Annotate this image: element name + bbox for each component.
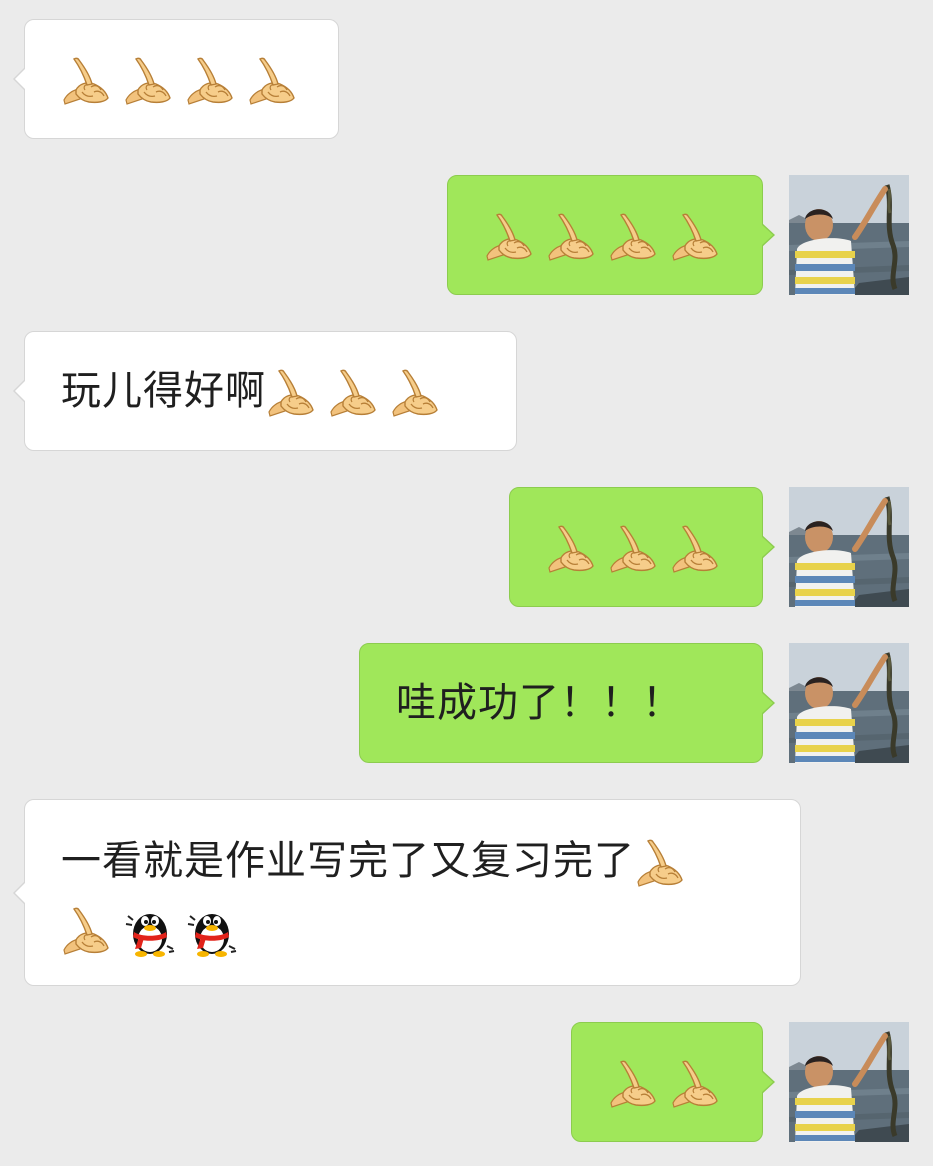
- message-content: 玩儿得好啊: [61, 360, 486, 422]
- message-text: 一看就是作业写完了又复习完了: [61, 838, 635, 884]
- message-content: 一看就是作业写完了又复习完了: [61, 830, 770, 962]
- message-bubble-outgoing[interactable]: [571, 1022, 775, 1142]
- ok-hand-emoji: [608, 522, 662, 576]
- ok-hand-emoji: [635, 836, 689, 890]
- ok-hand-emoji: [670, 210, 724, 264]
- avatar[interactable]: [789, 175, 909, 295]
- avatar-photo-boy-with-seaweed: [789, 175, 909, 295]
- message-bubble-incoming[interactable]: 一看就是作业写完了又复习完了: [13, 799, 801, 986]
- ok-hand-emoji: [266, 366, 320, 420]
- ok-hand-emoji: [670, 522, 724, 576]
- message-line-2: [61, 898, 770, 962]
- message-bubble-outgoing[interactable]: [509, 487, 775, 607]
- ok-hand-emoji: [247, 54, 301, 108]
- message-line-1: 一看就是作业写完了又复习完了: [61, 830, 770, 894]
- qq-penguin-emoji: [185, 904, 239, 958]
- message-text: 哇成功了！！！: [396, 680, 683, 726]
- ok-hand-emoji: [123, 54, 177, 108]
- avatar[interactable]: [789, 487, 909, 607]
- message-content: 哇成功了！！！: [396, 672, 732, 734]
- qq-penguin-emoji: [123, 904, 177, 958]
- avatar-photo-boy-with-seaweed: [789, 643, 909, 763]
- avatar[interactable]: [789, 643, 909, 763]
- ok-hand-emoji: [608, 210, 662, 264]
- ok-hand-emoji: [328, 366, 382, 420]
- avatar-photo-boy-with-seaweed: [789, 487, 909, 607]
- message-bubble-outgoing[interactable]: [447, 175, 775, 295]
- message-content: [61, 48, 308, 110]
- ok-hand-emoji: [61, 904, 115, 958]
- message-text: 玩儿得好啊: [61, 368, 266, 414]
- ok-hand-emoji: [608, 1057, 662, 1111]
- avatar-photo-boy-with-seaweed: [789, 1022, 909, 1142]
- message-bubble-incoming[interactable]: 玩儿得好啊: [13, 331, 517, 451]
- ok-hand-emoji: [390, 366, 444, 420]
- message-content: [608, 1051, 732, 1113]
- message-bubble-outgoing[interactable]: 哇成功了！！！: [359, 643, 775, 763]
- message-content: [484, 204, 732, 266]
- message-content: [546, 516, 732, 578]
- ok-hand-emoji: [185, 54, 239, 108]
- ok-hand-emoji: [546, 522, 600, 576]
- ok-hand-emoji: [546, 210, 600, 264]
- ok-hand-emoji: [670, 1057, 724, 1111]
- ok-hand-emoji: [484, 210, 538, 264]
- ok-hand-emoji: [61, 54, 115, 108]
- message-bubble-incoming[interactable]: [13, 19, 339, 139]
- avatar[interactable]: [789, 1022, 909, 1142]
